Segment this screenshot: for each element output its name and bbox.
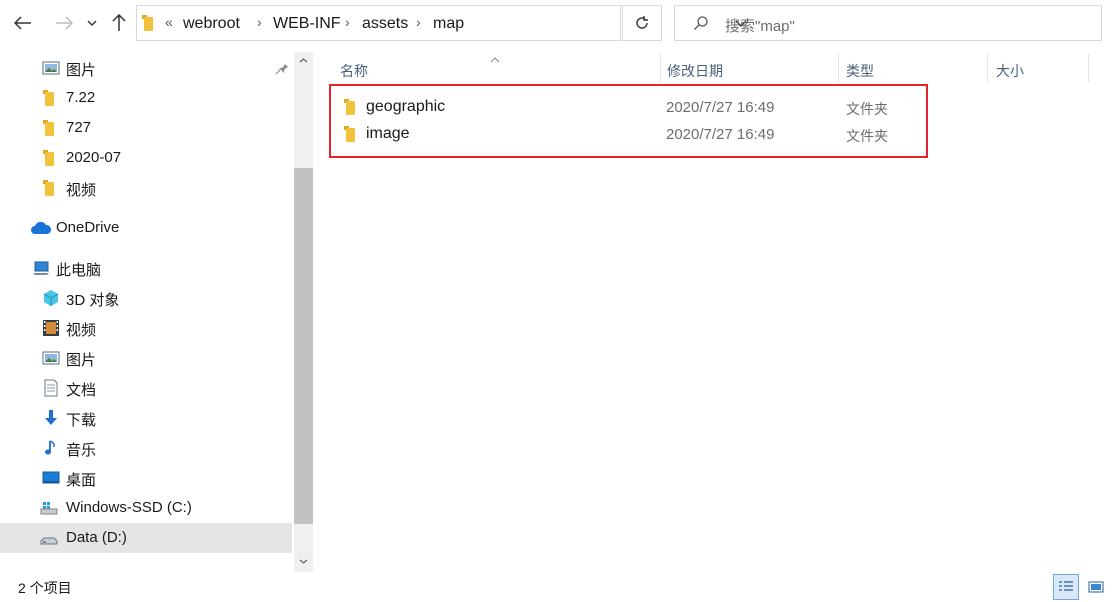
nav-item-label: 3D 对象 (66, 292, 120, 309)
music-icon (45, 440, 55, 455)
status-item-count: 2 个项目 (18, 580, 72, 596)
nav-item-downloads[interactable]: 下载 (0, 403, 292, 433)
back-button[interactable] (10, 8, 36, 38)
nav-item-desktop[interactable]: 桌面 (0, 463, 292, 493)
nav-item-label: 7.22 (66, 89, 96, 106)
nav-scrollbar-thumb[interactable] (294, 168, 313, 524)
folder-icon (43, 179, 57, 197)
nav-item-label: 音乐 (66, 442, 97, 459)
address-bar[interactable]: « webroot › WEB-INF › assets › map (136, 5, 747, 41)
nav-item-label: 图片 (66, 62, 97, 79)
breadcrumb-webroot[interactable]: webroot (183, 15, 240, 33)
forward-button[interactable] (51, 8, 77, 38)
scroll-down-button[interactable] (294, 552, 313, 570)
column-header-label: 大小 (996, 63, 1024, 79)
pictures-icon (42, 351, 60, 365)
nav-item-folder-727[interactable]: 727 (0, 113, 292, 143)
download-icon (45, 410, 57, 425)
column-divider[interactable] (1088, 54, 1089, 82)
nav-item-label: Windows-SSD (C:) (66, 499, 192, 516)
nav-item-3d-objects[interactable]: 3D 对象 (0, 283, 292, 313)
cloud-icon (31, 221, 52, 234)
folder-icon (43, 89, 57, 107)
nav-item-label: 桌面 (66, 472, 97, 489)
search-input[interactable]: 搜索"map" (725, 15, 795, 36)
details-view-button[interactable] (1053, 574, 1079, 600)
nav-item-label: 2020-07 (66, 149, 122, 166)
folder-icon (43, 149, 57, 167)
highlight-box (329, 84, 928, 158)
nav-item-label: 此电脑 (56, 262, 102, 279)
folder-icon (142, 14, 156, 32)
computer-icon (33, 261, 49, 275)
arrow-left-icon (14, 16, 31, 30)
nav-item-documents[interactable]: 文档 (0, 373, 292, 403)
column-header-type[interactable]: 类型 (839, 52, 987, 84)
pin-icon[interactable] (275, 61, 289, 75)
drive-icon (40, 537, 58, 545)
column-header-label: 修改日期 (667, 63, 723, 79)
column-header-modified[interactable]: 修改日期 (661, 52, 837, 84)
nav-item-onedrive[interactable]: OneDrive (0, 213, 292, 243)
desktop-icon (42, 471, 60, 484)
refresh-button[interactable] (622, 5, 662, 41)
address-overflow[interactable]: « (165, 14, 173, 30)
video-icon (43, 320, 59, 336)
navigation-pane[interactable]: 图片 7.22 727 2020-07 视频 OneDrive 此电脑 3D 对… (0, 52, 294, 572)
nav-item-label: 文档 (66, 382, 97, 399)
nav-item-videos[interactable]: 视频 (0, 313, 292, 343)
chevron-up-icon (299, 57, 308, 62)
large-icons-view-icon (1088, 581, 1104, 593)
arrow-up-icon (112, 14, 126, 31)
column-header-name[interactable]: 名称 (330, 52, 660, 84)
nav-item-folder-video[interactable]: 视频 (0, 173, 292, 203)
column-header-label: 名称 (340, 63, 368, 79)
document-icon (44, 379, 58, 397)
nav-item-label: OneDrive (56, 219, 120, 236)
refresh-icon (636, 16, 648, 29)
nav-item-this-pc[interactable]: 此电脑 (0, 253, 292, 283)
nav-item-folder-722[interactable]: 7.22 (0, 83, 292, 113)
scroll-up-button[interactable] (294, 52, 313, 68)
nav-item-drive-d[interactable]: Data (D:) (0, 523, 292, 553)
chevron-right-icon[interactable]: › (257, 14, 262, 30)
breadcrumb-map[interactable]: map (433, 15, 464, 33)
nav-item-drive-c[interactable]: Windows-SSD (C:) (0, 493, 292, 523)
details-view-icon (1059, 581, 1073, 591)
chevron-down-icon (299, 559, 308, 564)
breadcrumb-assets[interactable]: assets (362, 15, 408, 33)
folder-icon (43, 119, 57, 137)
search-box[interactable]: 搜索"map" (674, 5, 1102, 41)
breadcrumb-web-inf[interactable]: WEB-INF (273, 15, 341, 33)
drive-windows-icon (40, 502, 58, 515)
arrow-right-icon (56, 16, 73, 30)
column-header-label: 类型 (846, 63, 874, 79)
search-icon (694, 16, 708, 30)
nav-item-pictures[interactable]: 图片 (0, 343, 292, 373)
nav-item-quick-pictures[interactable]: 图片 (0, 53, 292, 83)
nav-item-label: 727 (66, 119, 92, 136)
nav-item-label: 下载 (66, 412, 97, 429)
large-icons-view-button[interactable] (1083, 574, 1109, 600)
up-button[interactable] (106, 8, 132, 38)
cube-icon (43, 290, 59, 306)
nav-item-label: 视频 (66, 182, 97, 199)
recent-locations-button[interactable] (82, 8, 102, 38)
pictures-icon (42, 61, 60, 75)
column-header-size[interactable]: 大小 (988, 52, 1088, 84)
nav-item-music[interactable]: 音乐 (0, 433, 292, 463)
nav-item-label: 图片 (66, 352, 97, 369)
nav-item-label: 视频 (66, 322, 97, 339)
nav-item-label: Data (D:) (66, 529, 127, 546)
nav-item-folder-2020-07[interactable]: 2020-07 (0, 143, 292, 173)
chevron-right-icon[interactable]: › (345, 14, 350, 30)
chevron-down-icon (87, 20, 97, 26)
chevron-right-icon[interactable]: › (416, 14, 421, 30)
